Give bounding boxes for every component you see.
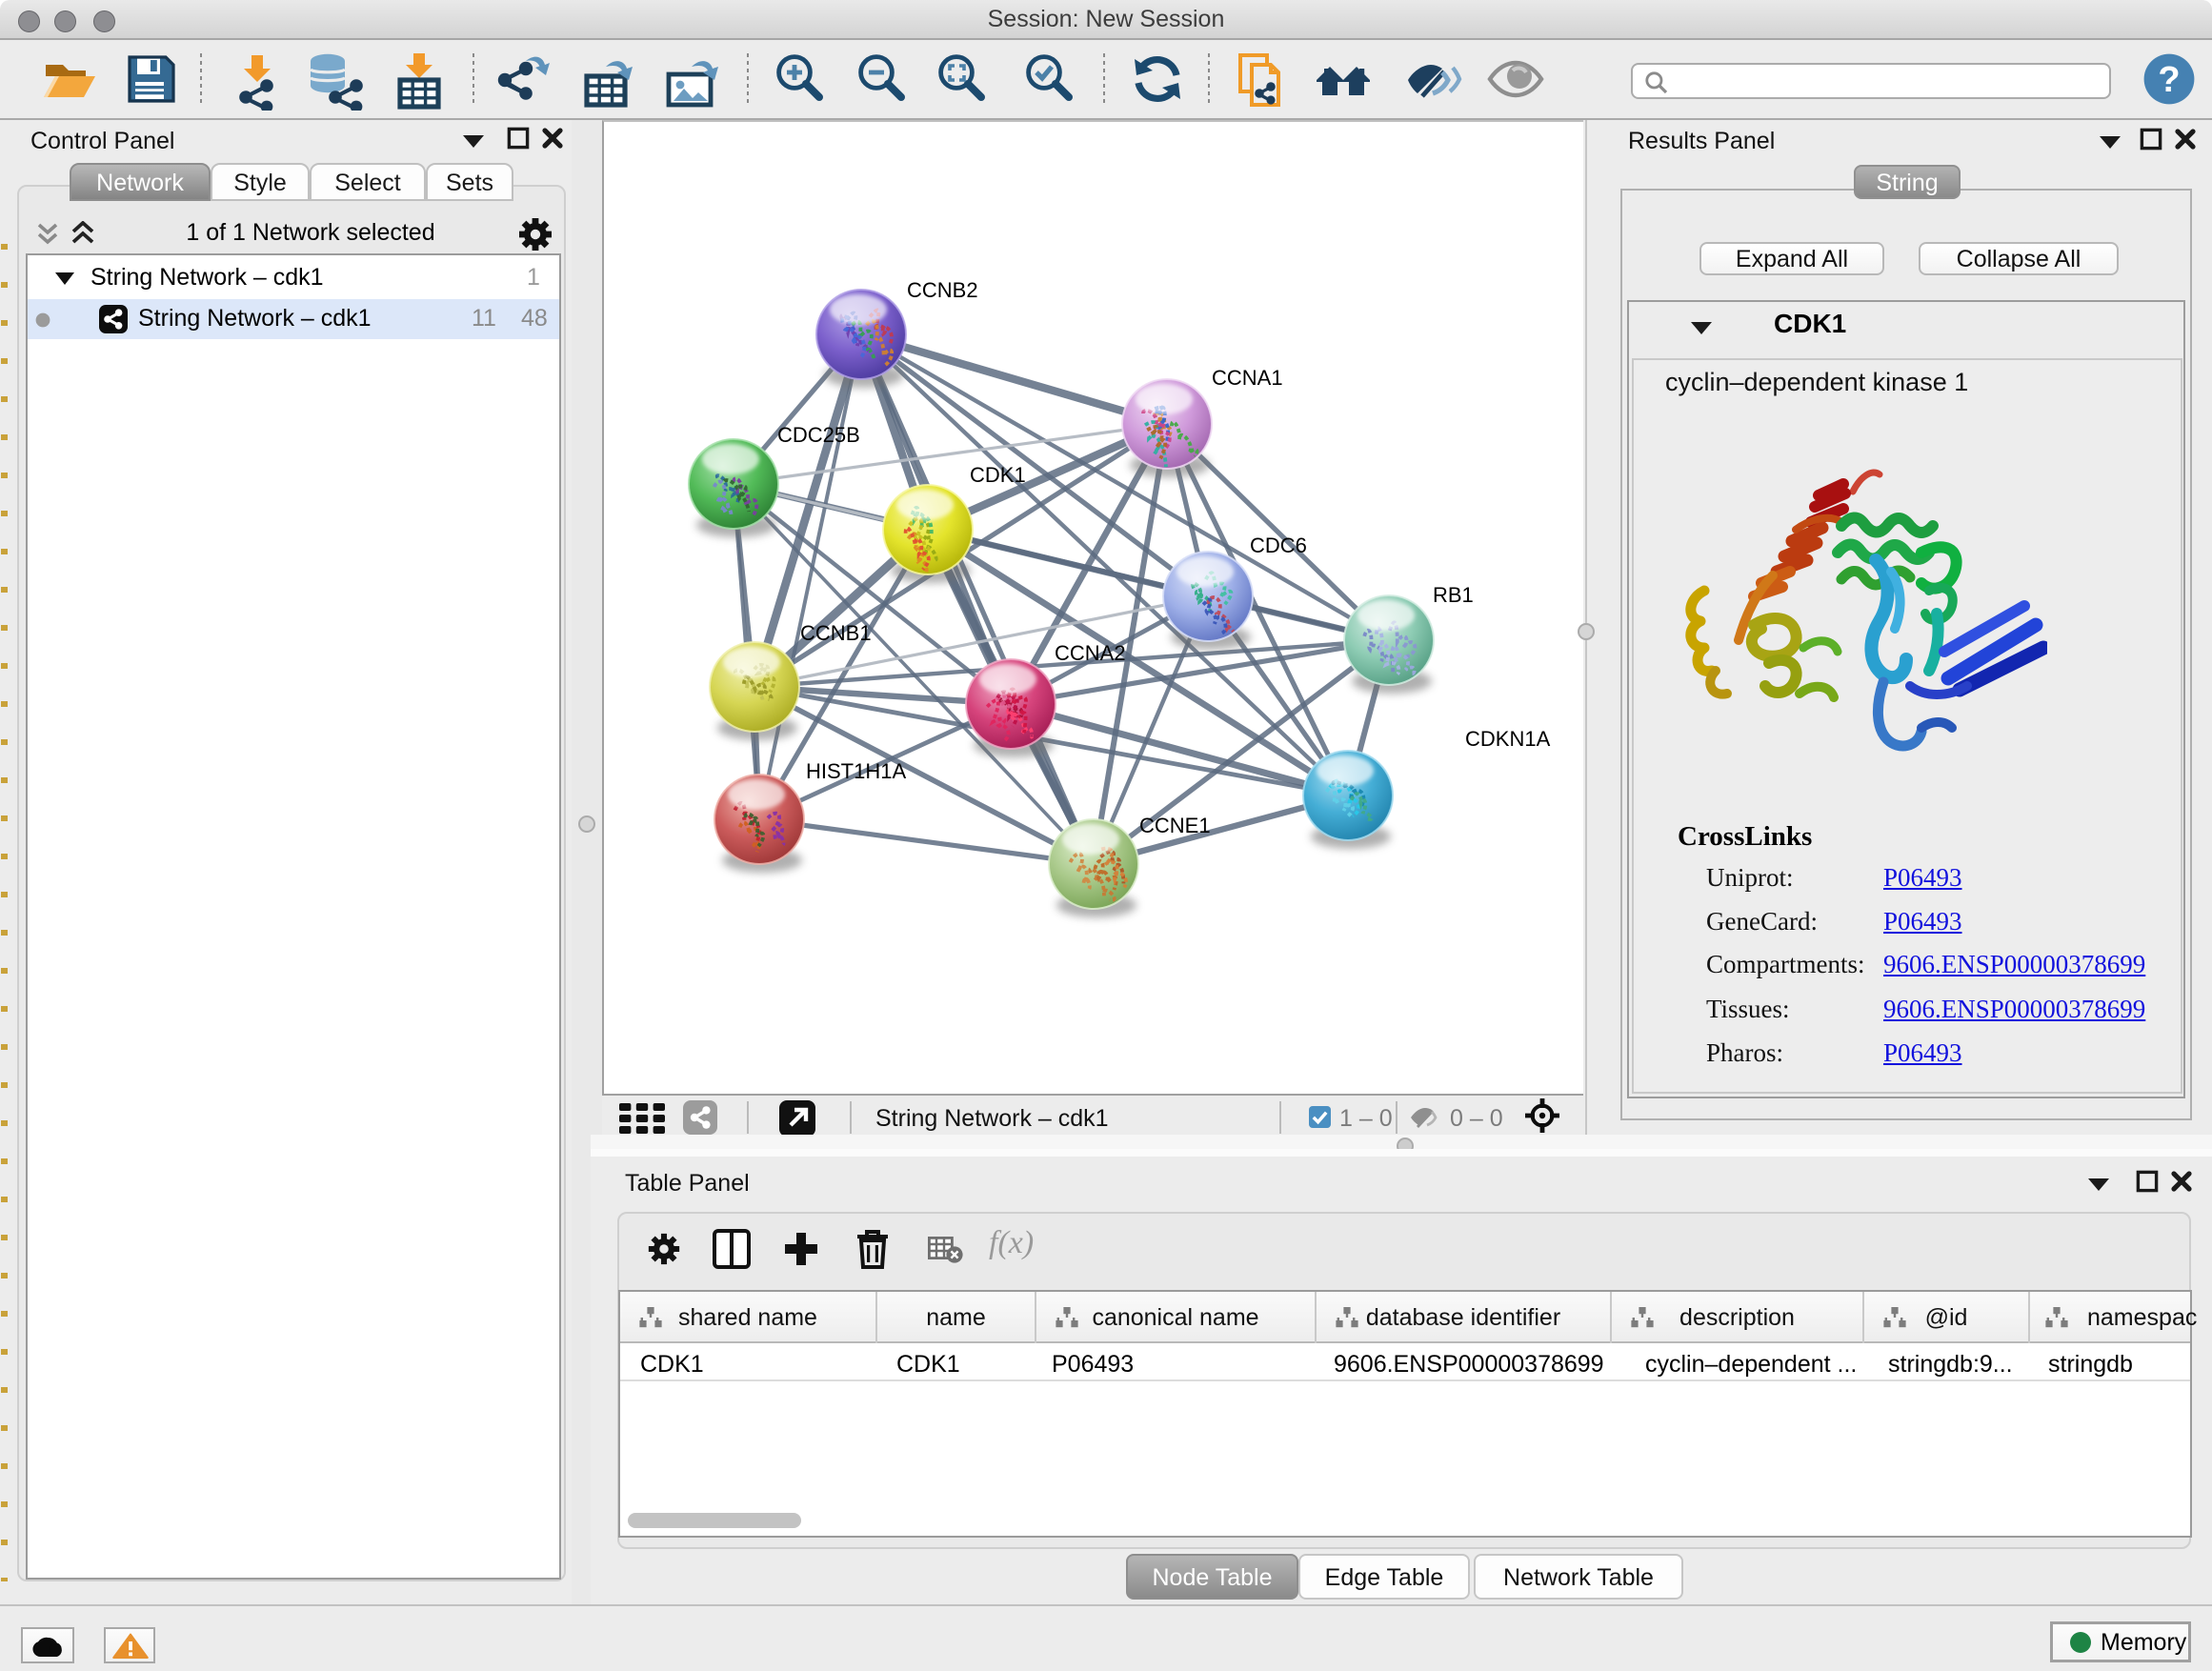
svg-text:CCNA1: CCNA1 (1212, 366, 1283, 390)
svg-text:CDK1: CDK1 (970, 463, 1026, 487)
svg-text:RB1: RB1 (1433, 583, 1474, 607)
svg-text:CDC25B: CDC25B (777, 423, 860, 447)
svg-text:CDC6: CDC6 (1250, 534, 1307, 557)
svg-text:CDKN1A: CDKN1A (1465, 727, 1551, 751)
svg-text:CCNA2: CCNA2 (1055, 641, 1126, 665)
svg-text:HIST1H1A: HIST1H1A (806, 759, 906, 783)
svg-text:CCNB2: CCNB2 (907, 278, 978, 302)
svg-text:?: ? (2158, 60, 2180, 100)
svg-text:CCNB1: CCNB1 (800, 621, 872, 645)
svg-text:CCNE1: CCNE1 (1139, 814, 1211, 837)
